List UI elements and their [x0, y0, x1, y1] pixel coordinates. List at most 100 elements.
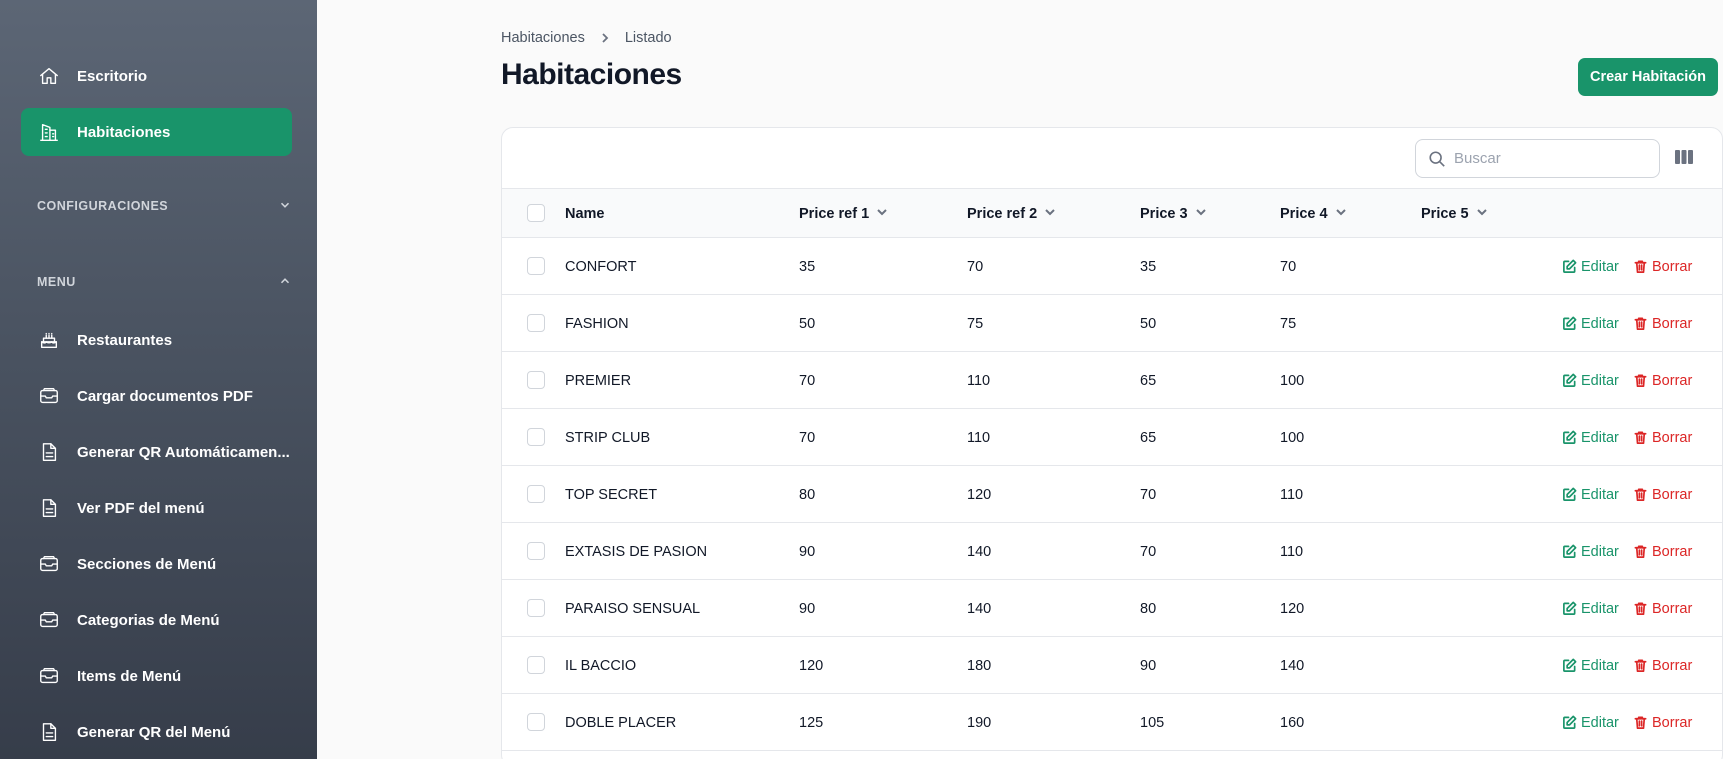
delete-button[interactable]: Borrar: [1633, 694, 1692, 751]
edit-button[interactable]: Editar: [1562, 409, 1619, 466]
search-icon: [1429, 150, 1445, 167]
delete-label: Borrar: [1652, 315, 1693, 332]
row-checkbox[interactable]: [527, 656, 545, 674]
document-icon: [37, 720, 61, 744]
column-header-price-3[interactable]: Price 3: [1140, 189, 1207, 238]
delete-button[interactable]: Borrar: [1633, 238, 1692, 295]
column-header-price-ref-1[interactable]: Price ref 1: [799, 189, 888, 238]
columns-toggle-icon[interactable]: [1674, 148, 1696, 168]
edit-button[interactable]: Editar: [1562, 523, 1619, 580]
table-row: STRIP CLUB 70 110 65 100 Editar Borrar: [502, 409, 1722, 466]
sidebar-item-items[interactable]: Items de Menú: [21, 652, 292, 700]
row-checkbox[interactable]: [527, 713, 545, 731]
cell-price-ref-2: 70: [967, 258, 984, 275]
sidebar-item-generar-qr-auto[interactable]: Generar QR Automáticamen...: [21, 428, 292, 476]
edit-icon: [1563, 259, 1577, 273]
sidebar-item-secciones[interactable]: Secciones de Menú: [21, 540, 292, 588]
edit-label: Editar: [1581, 315, 1619, 332]
edit-icon: [1563, 601, 1577, 615]
delete-button[interactable]: Borrar: [1633, 466, 1692, 523]
cell-price-3: 70: [1140, 543, 1157, 560]
cake-icon: [37, 328, 61, 352]
select-all-checkbox[interactable]: [527, 204, 545, 222]
column-label: Price ref 2: [967, 205, 1038, 222]
group-menu[interactable]: MENU: [37, 270, 292, 294]
table-row: CONFORT 35 70 35 70 Editar Borrar: [502, 238, 1722, 295]
cell-price-3: 35: [1140, 258, 1157, 275]
sidebar-item-restaurantes[interactable]: Restaurantes: [21, 316, 292, 364]
row-checkbox[interactable]: [527, 599, 545, 617]
row-checkbox[interactable]: [527, 314, 545, 332]
edit-button[interactable]: Editar: [1562, 466, 1619, 523]
edit-button[interactable]: Editar: [1562, 238, 1619, 295]
trash-icon: [1634, 431, 1647, 444]
sidebar-item-escritorio[interactable]: Escritorio: [21, 52, 292, 100]
cell-name: DOBLE PLACER: [565, 714, 677, 731]
edit-icon: [1563, 316, 1577, 330]
cell-price-4: 110: [1280, 543, 1304, 560]
cell-price-ref-1: 90: [799, 600, 816, 617]
breadcrumb: Habitaciones Listado: [501, 30, 672, 46]
column-header-price-4[interactable]: Price 4: [1280, 189, 1347, 238]
delete-button[interactable]: Borrar: [1633, 523, 1692, 580]
search-input[interactable]: [1454, 150, 1644, 167]
delete-button[interactable]: Borrar: [1633, 409, 1692, 466]
delete-label: Borrar: [1652, 714, 1693, 731]
edit-label: Editar: [1581, 429, 1619, 446]
trash-icon: [1634, 602, 1647, 615]
sidebar-item-label: Restaurantes: [77, 331, 173, 349]
cell-price-ref-1: 50: [799, 315, 816, 332]
cell-price-ref-1: 120: [799, 657, 824, 674]
sidebar-item-label: Habitaciones: [77, 123, 171, 141]
column-label: Price 5: [1421, 205, 1469, 222]
sidebar-item-categorias[interactable]: Categorias de Menú: [21, 596, 292, 644]
delete-label: Borrar: [1652, 372, 1693, 389]
cell-name: TOP SECRET: [565, 486, 658, 503]
sidebar-item-ver-pdf[interactable]: Ver PDF del menú: [21, 484, 292, 532]
table-row: PARAISO SENSUAL 90 140 80 120 Editar Borrar: [502, 580, 1722, 637]
row-checkbox[interactable]: [527, 542, 545, 560]
inbox-icon: [37, 664, 61, 688]
delete-label: Borrar: [1652, 543, 1693, 560]
create-habitacion-button[interactable]: Crear Habitación: [1578, 58, 1718, 96]
cell-price-ref-1: 125: [799, 714, 824, 731]
cell-name: IL BACCIO: [565, 657, 637, 674]
edit-icon: [1563, 430, 1577, 444]
edit-button[interactable]: Editar: [1562, 694, 1619, 751]
row-checkbox[interactable]: [527, 485, 545, 503]
inbox-icon: [37, 608, 61, 632]
delete-button[interactable]: Borrar: [1633, 637, 1692, 694]
cell-price-3: 65: [1140, 372, 1157, 389]
cell-price-3: 80: [1140, 600, 1157, 617]
edit-button[interactable]: Editar: [1562, 637, 1619, 694]
delete-button[interactable]: Borrar: [1633, 295, 1692, 352]
cell-price-ref-1: 90: [799, 543, 816, 560]
column-header-name[interactable]: Name: [565, 189, 605, 238]
column-header-price-ref-2[interactable]: Price ref 2: [967, 189, 1056, 238]
column-header-price-5[interactable]: Price 5: [1421, 189, 1488, 238]
cell-price-4: 100: [1280, 429, 1305, 446]
sidebar-item-cargar-pdf[interactable]: Cargar documentos PDF: [21, 372, 292, 420]
row-checkbox[interactable]: [527, 371, 545, 389]
cell-price-4: 140: [1280, 657, 1305, 674]
building-icon: [37, 120, 61, 144]
edit-button[interactable]: Editar: [1562, 295, 1619, 352]
delete-button[interactable]: Borrar: [1633, 352, 1692, 409]
document-icon: [37, 496, 61, 520]
table-card: Name Price ref 1 Price ref 2 Price 3 Pri…: [501, 127, 1723, 759]
delete-label: Borrar: [1652, 258, 1693, 275]
sidebar-item-habitaciones[interactable]: Habitaciones: [21, 108, 292, 156]
inbox-icon: [37, 552, 61, 576]
sidebar-item-generar-qr-menu[interactable]: Generar QR del Menú: [21, 708, 292, 756]
delete-label: Borrar: [1652, 486, 1693, 503]
row-checkbox[interactable]: [527, 428, 545, 446]
cell-price-4: 110: [1280, 486, 1304, 503]
edit-icon: [1563, 373, 1577, 387]
edit-button[interactable]: Editar: [1562, 352, 1619, 409]
edit-button[interactable]: Editar: [1562, 580, 1619, 637]
delete-button[interactable]: Borrar: [1633, 580, 1692, 637]
breadcrumb-link[interactable]: Habitaciones: [501, 30, 585, 46]
group-configuraciones[interactable]: CONFIGURACIONES: [37, 194, 292, 218]
row-checkbox[interactable]: [527, 257, 545, 275]
trash-icon: [1634, 659, 1647, 672]
